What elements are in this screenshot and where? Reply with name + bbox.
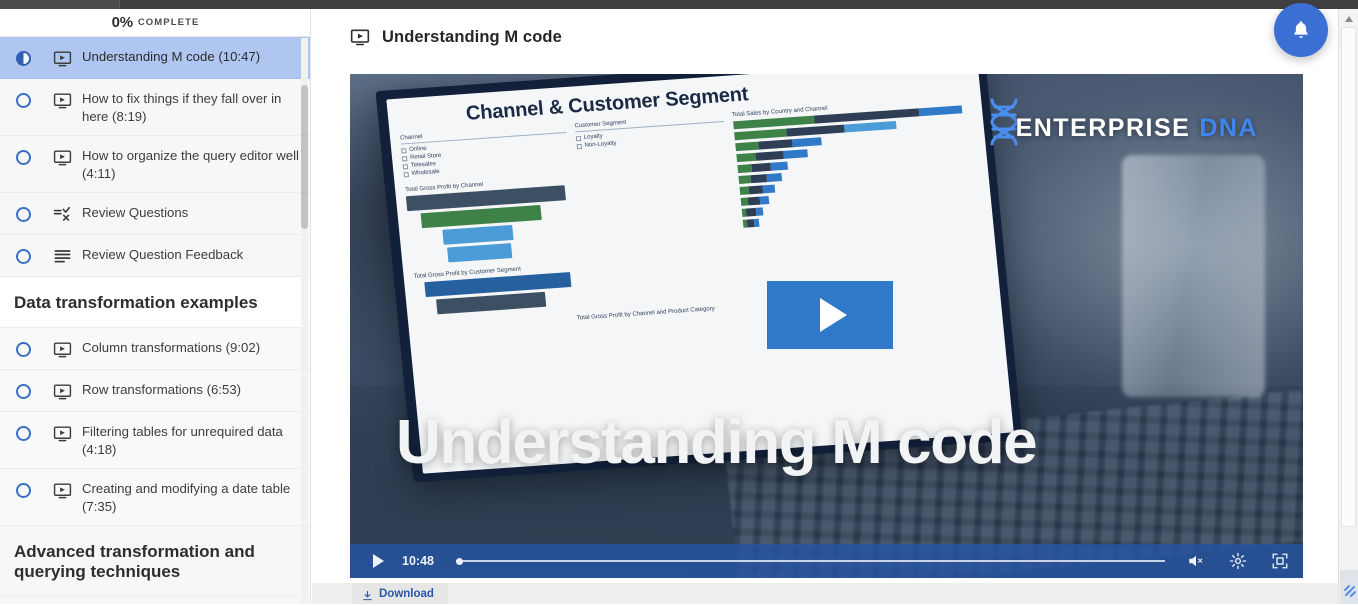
sidebar-item-review-question-feedback[interactable]: Review Question Feedback [0, 235, 310, 277]
volume-mute-icon[interactable] [1185, 550, 1207, 572]
text-lines-icon [53, 247, 72, 266]
status-empty-circle-icon [16, 342, 31, 357]
video-icon [53, 340, 72, 359]
status-empty-circle-icon [16, 426, 31, 441]
brand-primary-text: ENTERPRISE [1015, 114, 1191, 142]
sidebar-item-label: Column transformations (9:02) [82, 340, 261, 355]
notifications-button[interactable] [1274, 3, 1328, 57]
sidebar-item-filtering-tables[interactable]: Filtering tables for unrequired data (4:… [0, 412, 310, 469]
slicer-option-label: Non-Loyalty [584, 140, 617, 149]
slicer-option-label: Retail Store [409, 152, 442, 161]
lesson-title-row: Understanding M code [350, 27, 562, 47]
sidebar-item-label: Understanding M code (10:47) [82, 49, 261, 64]
video-icon [350, 27, 370, 47]
page-scrollbar[interactable] [1338, 9, 1358, 604]
download-label: Download [379, 587, 434, 600]
slicer-option-label: Online [408, 145, 427, 153]
sidebar-item-label: Review Questions [82, 205, 189, 220]
video-icon [53, 91, 72, 110]
sidebar-item-label: Creating and modifying a date table (7:3… [82, 481, 291, 514]
dashboard-column-middle: Customer Segment Loyalty Non-Loyalty [574, 113, 740, 306]
funnel-bar [447, 243, 512, 263]
video-controls-bar[interactable]: 10:48 [350, 544, 1303, 578]
sidebar-content: 0% COMPLETE Understanding M code (10:47) [0, 9, 310, 597]
bell-icon [1294, 21, 1308, 38]
sidebar-item-review-questions[interactable]: Review Questions [0, 193, 310, 235]
sidebar-item-understanding-m-code[interactable]: Understanding M code (10:47) [0, 37, 310, 79]
dashboard-column-right: Total Sales by Country and Channel [732, 96, 989, 296]
scrubber-handle[interactable] [456, 557, 463, 565]
sidebar-item-label: Review Question Feedback [82, 247, 244, 262]
sidebar-item-column-transformations[interactable]: Column transformations (9:02) [0, 328, 310, 370]
play-triangle-icon [820, 297, 848, 332]
gear-icon[interactable] [1227, 550, 1249, 572]
video-time-display: 10:48 [402, 554, 434, 568]
checkbox-icon [400, 147, 407, 153]
course-progress-header: 0% COMPLETE [0, 9, 310, 37]
video-icon [53, 382, 72, 401]
status-empty-circle-icon [16, 483, 31, 498]
lesson-resources-bar: Download [312, 583, 1338, 604]
scroll-up-arrow-icon[interactable] [1343, 12, 1355, 24]
dashboard-column-left: Channel Online Retail Store Telesales Wh… [400, 124, 583, 319]
checkbox-icon [576, 143, 582, 149]
scrubber-track [456, 560, 1165, 562]
play-button[interactable] [767, 280, 894, 349]
download-icon [362, 588, 373, 600]
video-icon [53, 148, 72, 167]
checkbox-icon [403, 171, 409, 177]
download-button[interactable]: Download [352, 583, 448, 604]
resize-grip-icon[interactable] [1343, 584, 1357, 598]
status-empty-circle-icon [16, 384, 31, 399]
play-icon[interactable] [368, 551, 388, 571]
browser-tab-strip-segment [0, 0, 120, 9]
video-icon [53, 49, 72, 68]
video-headline: Understanding M code [396, 408, 1038, 477]
sidebar-item-label: Row transformations (6:53) [82, 382, 242, 397]
video-scrubber[interactable] [456, 554, 1165, 568]
checkbox-icon [401, 155, 408, 161]
page-scrollbar-thumb[interactable] [1341, 27, 1356, 527]
checkbox-icon [402, 163, 408, 169]
sidebar-item-label: How to fix things if they fall over in h… [82, 91, 282, 124]
sidebar-item-organize-query-editor[interactable]: How to organize the query editor well (4… [0, 136, 310, 193]
dashboard-columns: Channel Online Retail Store Telesales Wh… [396, 95, 993, 319]
page-title: Understanding M code [382, 27, 562, 46]
browser-top-bar [0, 0, 1358, 9]
checkbox-icon [575, 135, 581, 141]
sidebar-item-row-transformations[interactable]: Row transformations (6:53) [0, 370, 310, 412]
status-empty-circle-icon [16, 249, 31, 264]
status-empty-circle-icon [16, 150, 31, 165]
status-half-circle-icon [16, 51, 31, 66]
progress-percent: 0% [111, 14, 133, 31]
brand-secondary-text: DNA [1199, 114, 1258, 142]
status-empty-circle-icon [16, 207, 31, 222]
course-sidebar[interactable]: 0% COMPLETE Understanding M code (10:47) [0, 9, 311, 604]
sidebar-section-data-transformation: Data transformation examples [0, 277, 310, 328]
video-player[interactable]: Channel & Customer Segment Channel Onlin… [350, 74, 1303, 578]
video-icon [53, 424, 72, 443]
page-scrollbar-footer [1340, 570, 1358, 604]
fullscreen-icon[interactable] [1269, 550, 1291, 572]
sidebar-item-how-to-fix-things[interactable]: How to fix things if they fall over in h… [0, 79, 310, 136]
progress-label: COMPLETE [137, 17, 200, 28]
sidebar-scrollbar-thumb[interactable] [301, 85, 308, 229]
status-empty-circle-icon [16, 93, 31, 108]
slicer-option-label: Loyalty [583, 133, 603, 141]
quiz-icon [53, 205, 72, 224]
video-icon [53, 481, 72, 500]
sidebar-item-label: How to organize the query editor well (4… [82, 148, 299, 181]
lesson-main-panel: Understanding M code Channel & Customer … [312, 9, 1338, 604]
sidebar-item-creating-date-table[interactable]: Creating and modifying a date table (7:3… [0, 469, 310, 526]
sidebar-section-advanced-transformation: Advanced transformation and querying tec… [0, 526, 310, 597]
water-glass [1121, 154, 1265, 397]
brand-logo: ENTERPRISE DNA [1016, 114, 1258, 143]
slicer-option-label: Telesales [410, 161, 436, 169]
sidebar-item-label: Filtering tables for unrequired data (4:… [82, 424, 283, 457]
funnel-bar [442, 224, 514, 245]
page-body: 0% COMPLETE Understanding M code (10:47) [0, 3, 1358, 604]
slicer-option-label: Wholesale [411, 168, 440, 177]
